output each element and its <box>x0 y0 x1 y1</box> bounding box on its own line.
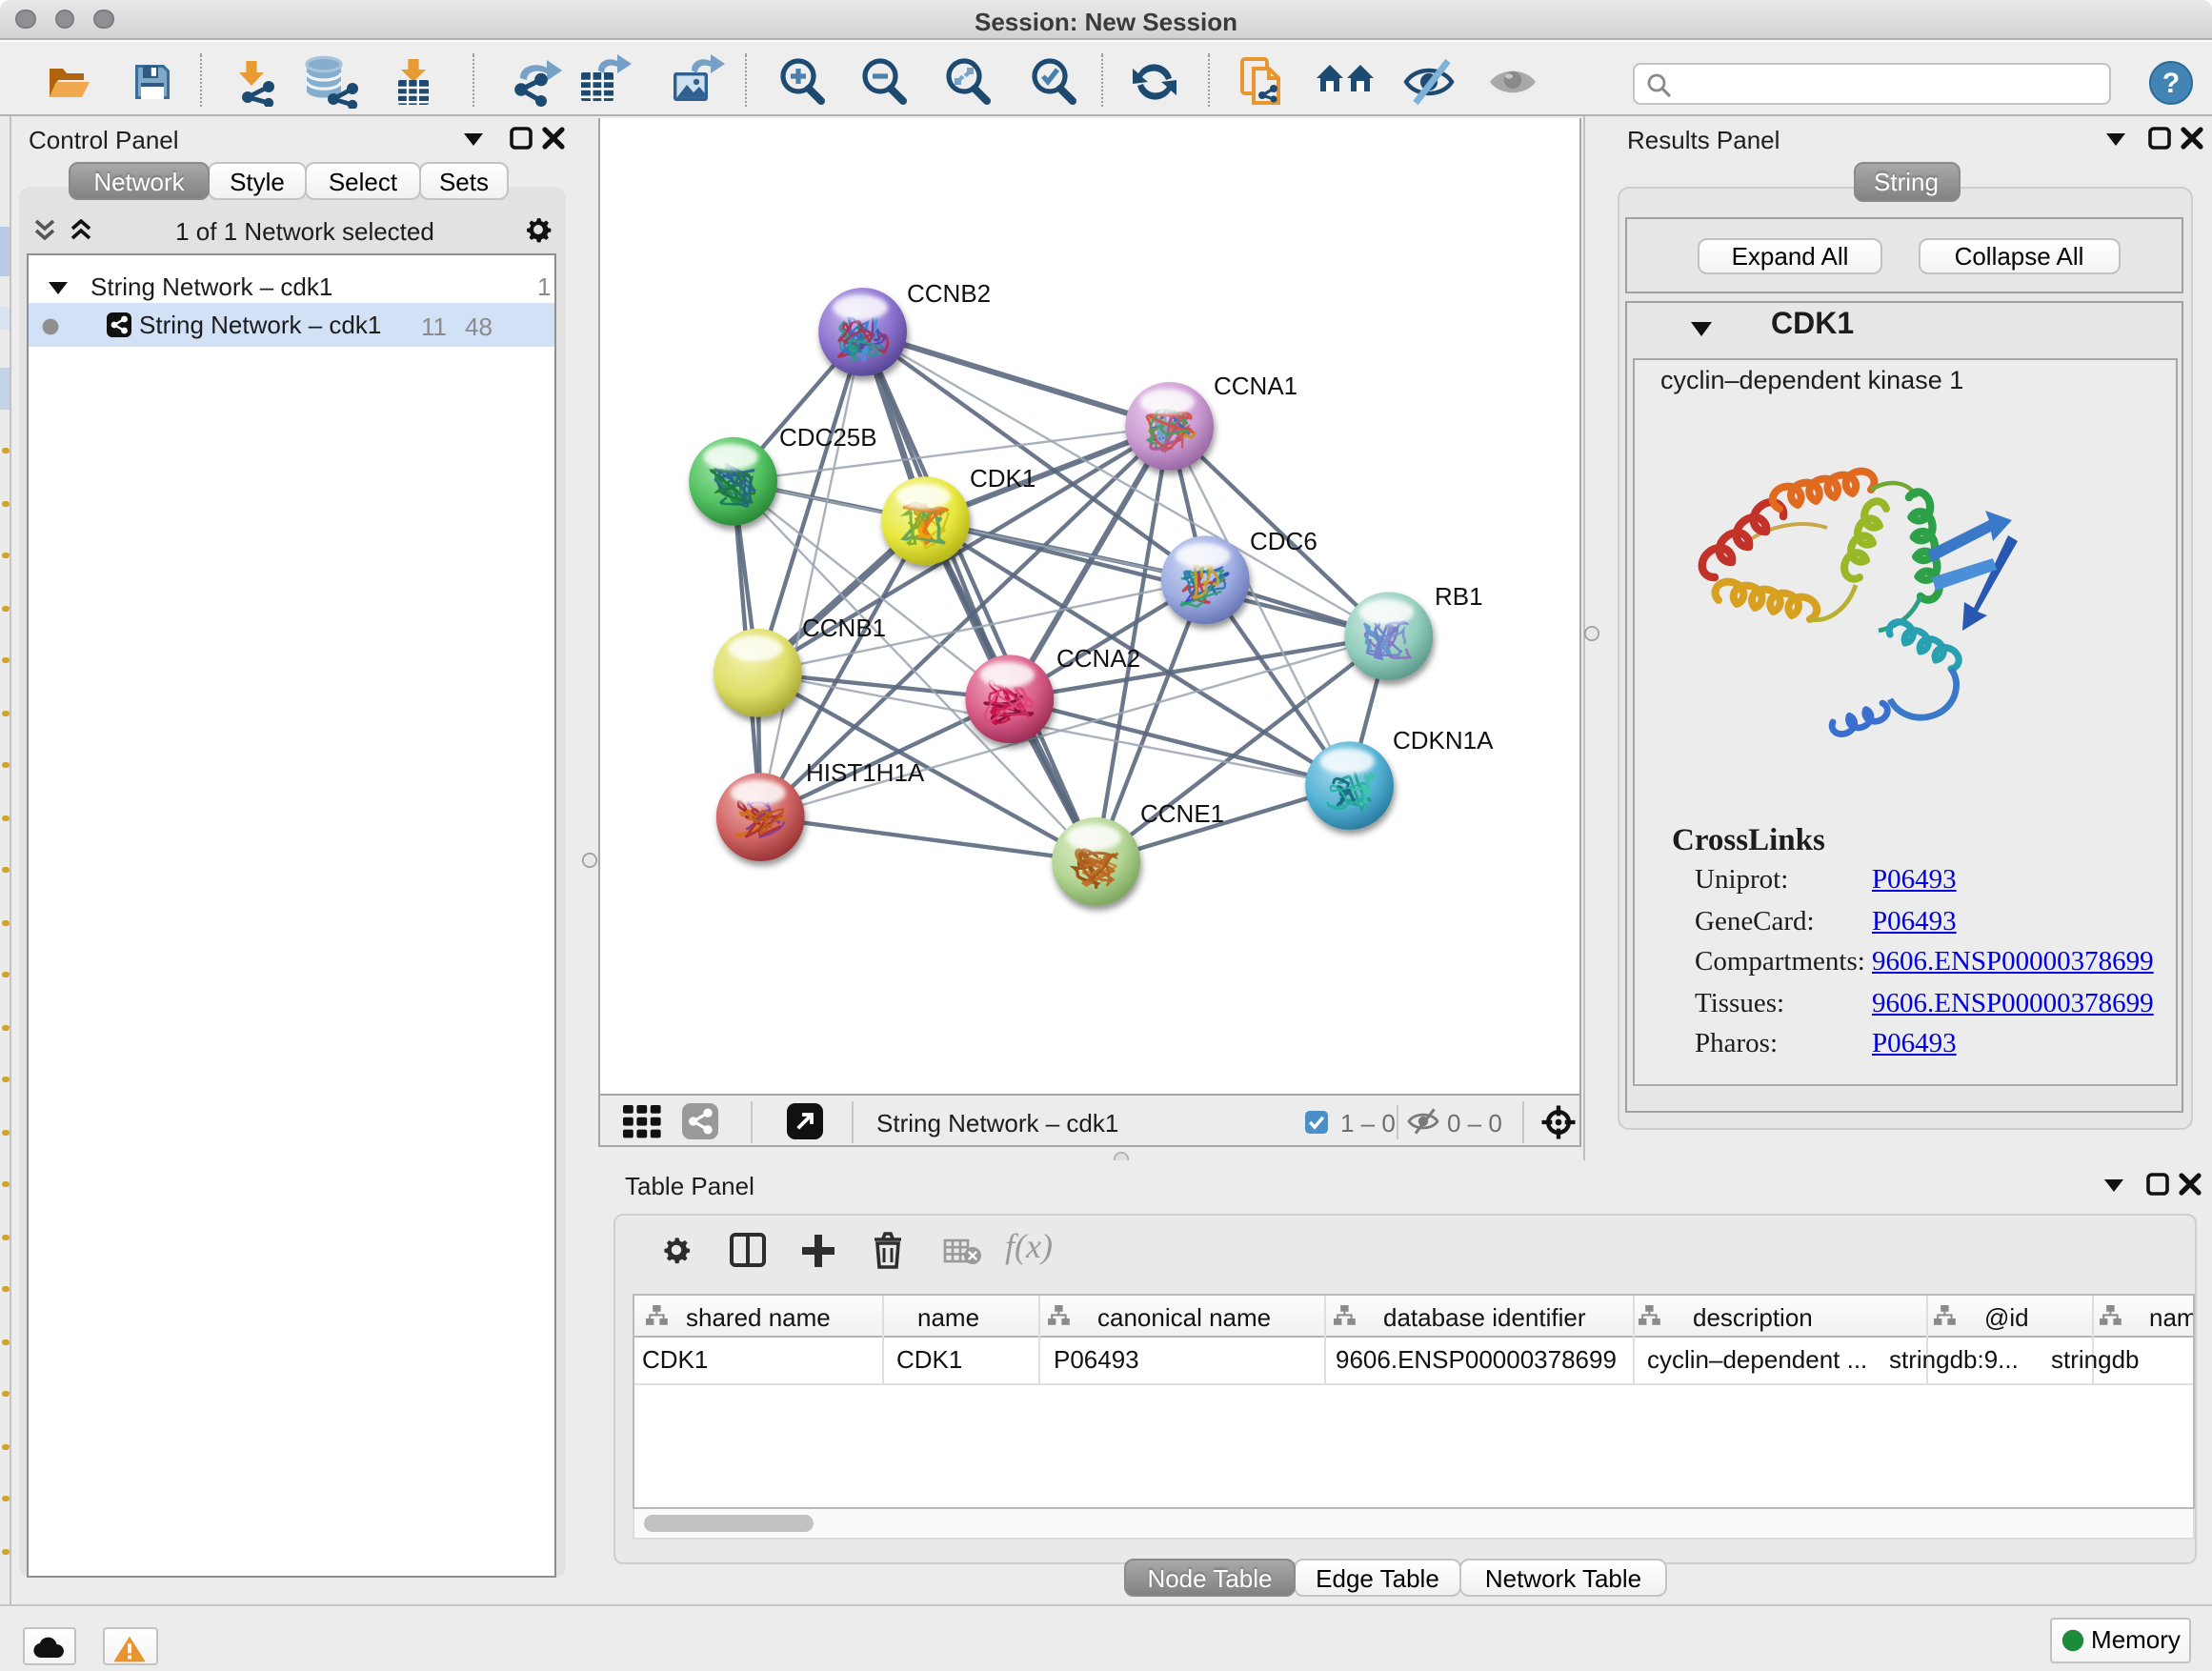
svg-text:CDKN1A: CDKN1A <box>1393 725 1494 754</box>
svg-text:CCNB1: CCNB1 <box>802 613 886 641</box>
svg-text:RB1: RB1 <box>1435 581 1483 610</box>
svg-text:?: ? <box>2162 67 2180 98</box>
svg-text:CCNB2: CCNB2 <box>907 278 991 307</box>
svg-text:CDC25B: CDC25B <box>779 422 877 451</box>
svg-text:CCNA2: CCNA2 <box>1056 643 1140 672</box>
svg-text:CDC6: CDC6 <box>1250 526 1317 554</box>
svg-text:CCNA1: CCNA1 <box>1214 371 1297 399</box>
svg-text:HIST1H1A: HIST1H1A <box>806 757 925 786</box>
svg-text:CCNE1: CCNE1 <box>1140 798 1224 827</box>
svg-text:CDK1: CDK1 <box>970 463 1036 492</box>
